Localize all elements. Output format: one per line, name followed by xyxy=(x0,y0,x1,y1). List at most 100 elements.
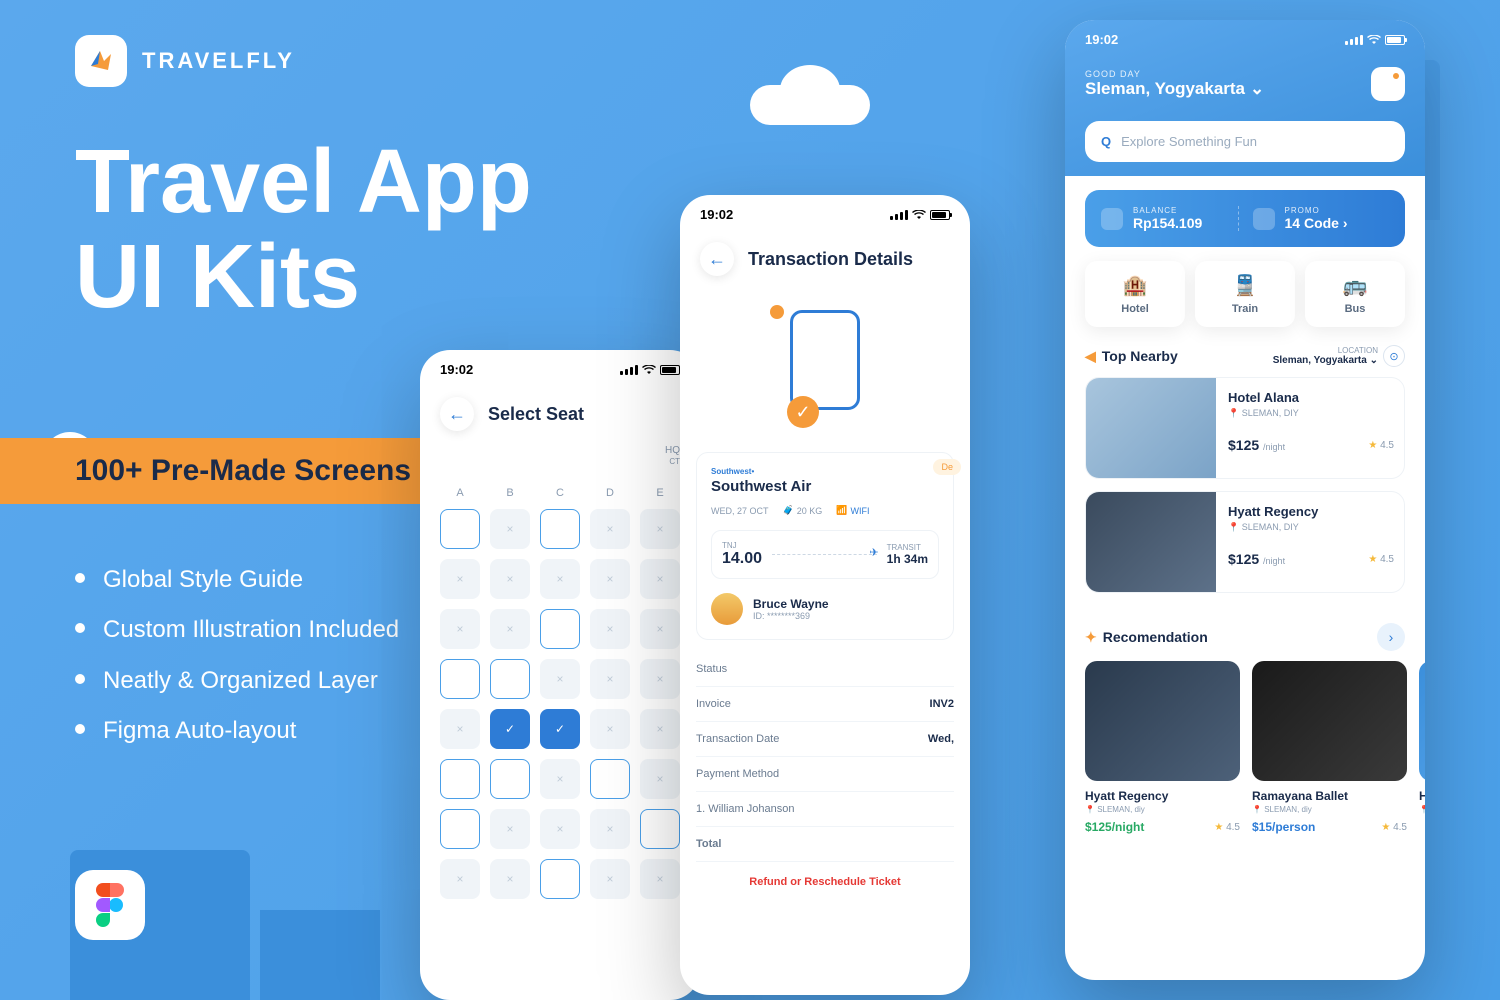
seat[interactable] xyxy=(490,659,530,699)
hotel-image xyxy=(1086,492,1216,592)
balance-value: Rp154.109 xyxy=(1133,215,1202,231)
balance-half[interactable]: BALANCERp154.109 xyxy=(1101,206,1239,231)
rating: 4.5 xyxy=(1214,822,1240,833)
seat[interactable]: × xyxy=(440,559,480,599)
seat[interactable] xyxy=(440,759,480,799)
seat[interactable]: × xyxy=(640,559,680,599)
bus-icon: 🚌 xyxy=(1313,273,1397,298)
seat[interactable] xyxy=(540,859,580,899)
baggage: 🧳 20 KG xyxy=(783,505,823,516)
recommendation-card[interactable]: H 📍 S xyxy=(1419,661,1425,834)
search-input[interactable]: Q Explore Something Fun xyxy=(1085,121,1405,162)
seat[interactable]: × xyxy=(590,559,630,599)
seat[interactable]: × xyxy=(540,659,580,699)
seat-selected[interactable]: ✓ xyxy=(490,709,530,749)
seat[interactable] xyxy=(490,759,530,799)
hero-line-2: UI Kits xyxy=(75,230,532,325)
category-bus[interactable]: 🚌Bus xyxy=(1305,261,1405,327)
seat[interactable]: × xyxy=(590,659,630,699)
seat[interactable]: × xyxy=(640,609,680,649)
signal-icon xyxy=(1345,35,1363,45)
seat[interactable]: × xyxy=(590,509,630,549)
recommendation-card[interactable]: Ramayana Ballet 📍 SLEMAN, diy $15/person… xyxy=(1252,661,1407,834)
refund-link[interactable]: Refund or Reschedule Ticket xyxy=(680,862,970,902)
seat[interactable]: × xyxy=(490,809,530,849)
seat[interactable]: × xyxy=(640,759,680,799)
rec-image xyxy=(1419,661,1425,781)
hero-title: Travel App UI Kits xyxy=(75,135,532,324)
seat[interactable] xyxy=(440,659,480,699)
flight-date: WED, 27 OCT xyxy=(711,505,769,516)
building-decoration xyxy=(260,910,380,1000)
phone-transaction: 19:02 ← Transaction Details ✓ Southwest•… xyxy=(680,195,970,995)
detail-row: Payment Method xyxy=(696,757,954,792)
category-train[interactable]: 🚆Train xyxy=(1195,261,1295,327)
location-filter[interactable]: LOCATIONSleman, Yogyakarta ⌄ xyxy=(1273,346,1378,366)
col-label: A xyxy=(440,487,480,499)
seat[interactable]: × xyxy=(590,609,630,649)
seat[interactable]: × xyxy=(490,559,530,599)
status-bar: 19:02 xyxy=(1065,20,1425,59)
rec-image xyxy=(1252,661,1407,781)
seat[interactable] xyxy=(540,609,580,649)
seat[interactable]: × xyxy=(640,709,680,749)
seat[interactable]: × xyxy=(490,609,530,649)
seat[interactable]: × xyxy=(440,859,480,899)
mail-button[interactable]: ✉ xyxy=(1371,67,1405,101)
recommendation-card[interactable]: Hyatt Regency 📍 SLEMAN, diy $125/night4.… xyxy=(1085,661,1240,834)
brand-text: TRAVELFLY xyxy=(142,48,295,74)
seat[interactable] xyxy=(440,509,480,549)
promo-icon xyxy=(1253,208,1275,230)
cloud-decoration xyxy=(750,85,870,125)
section-title: Recomendation xyxy=(1103,629,1208,645)
battery-icon xyxy=(930,210,950,220)
avatar xyxy=(711,593,743,625)
col-label: B xyxy=(490,487,530,499)
status-time: 19:02 xyxy=(1085,32,1118,47)
promo-label: PROMO xyxy=(1285,206,1348,215)
seat[interactable] xyxy=(640,809,680,849)
status-time: 19:02 xyxy=(700,207,733,222)
balance-promo-card: BALANCERp154.109 PROMO14 Code › xyxy=(1085,190,1405,247)
seat[interactable] xyxy=(590,759,630,799)
category-hotel[interactable]: 🏨Hotel xyxy=(1085,261,1185,327)
location-selector[interactable]: Sleman, Yogyakarta ⌄ xyxy=(1085,79,1264,99)
seat[interactable] xyxy=(540,509,580,549)
battery-icon xyxy=(660,365,680,375)
seat-selected[interactable]: ✓ xyxy=(540,709,580,749)
seat[interactable]: × xyxy=(540,759,580,799)
hotel-card[interactable]: Hotel Alana 📍 SLEMAN, DIY $125 /night4.5 xyxy=(1085,377,1405,479)
seat[interactable]: × xyxy=(490,859,530,899)
back-button[interactable]: ← xyxy=(440,397,474,431)
seat[interactable]: × xyxy=(590,709,630,749)
more-button[interactable]: › xyxy=(1377,623,1405,651)
seat[interactable]: × xyxy=(440,609,480,649)
seat[interactable]: × xyxy=(640,659,680,699)
seat[interactable]: × xyxy=(590,859,630,899)
train-icon: 🚆 xyxy=(1203,273,1287,298)
transit-label: TRANSIT xyxy=(887,543,928,552)
search-icon: Q xyxy=(1101,134,1111,149)
seat[interactable]: × xyxy=(540,809,580,849)
hero-line-1: Travel App xyxy=(75,135,532,230)
promo-half[interactable]: PROMO14 Code › xyxy=(1239,206,1390,231)
seat[interactable]: × xyxy=(490,509,530,549)
seat[interactable] xyxy=(440,809,480,849)
seat[interactable]: × xyxy=(590,809,630,849)
hotel-image xyxy=(1086,378,1216,478)
seat[interactable]: × xyxy=(540,559,580,599)
seat[interactable]: × xyxy=(640,859,680,899)
back-button[interactable]: ← xyxy=(700,242,734,276)
wifi-icon xyxy=(1367,35,1381,45)
rec-location: 📍 SLEMAN, diy xyxy=(1085,805,1240,814)
phone-select-seat: 19:02 ← Select Seat HQCT A B C D E ××× ×… xyxy=(420,350,700,1000)
gps-button[interactable]: ⊙ xyxy=(1383,345,1405,367)
bullet-item: Custom Illustration Included xyxy=(75,605,399,655)
seat[interactable]: × xyxy=(640,509,680,549)
route-row: TNJ 14.00 TRANSIT 1h 34m xyxy=(711,530,939,579)
seat[interactable]: × xyxy=(440,709,480,749)
detail-row: InvoiceINV2 xyxy=(696,687,954,722)
rec-price: $15/person xyxy=(1252,820,1315,834)
battery-icon xyxy=(1385,35,1405,45)
hotel-card[interactable]: Hyatt Regency 📍 SLEMAN, DIY $125 /night4… xyxy=(1085,491,1405,593)
